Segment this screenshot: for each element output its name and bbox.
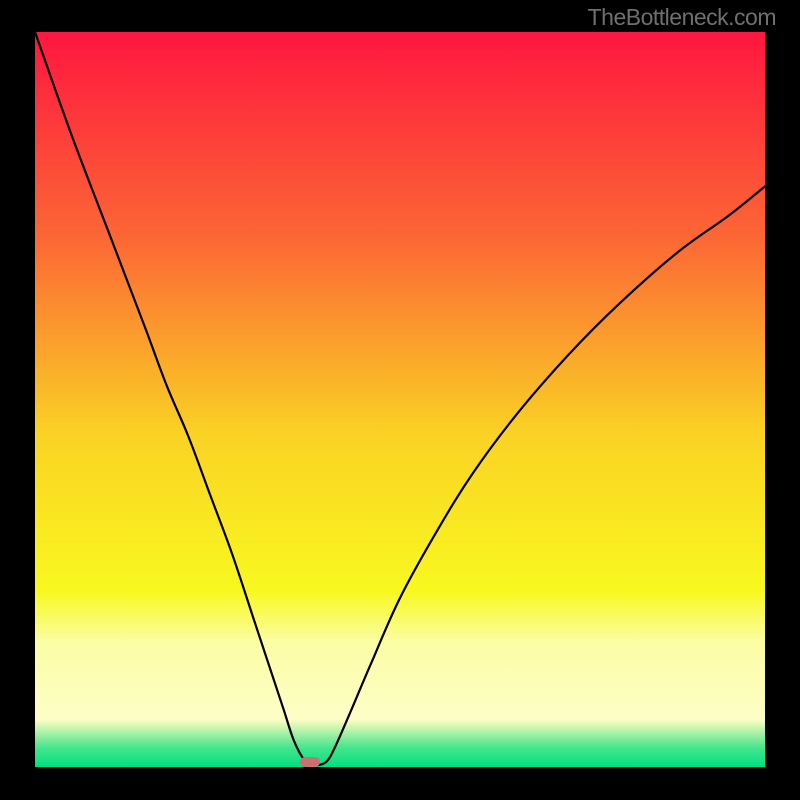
attribution-label: TheBottleneck.com: [588, 4, 776, 31]
gradient-rect: [35, 32, 765, 767]
plot-area: [35, 32, 765, 767]
optimum-marker: [300, 757, 320, 767]
plot-svg: [35, 32, 765, 767]
chart-frame: TheBottleneck.com: [0, 0, 800, 800]
